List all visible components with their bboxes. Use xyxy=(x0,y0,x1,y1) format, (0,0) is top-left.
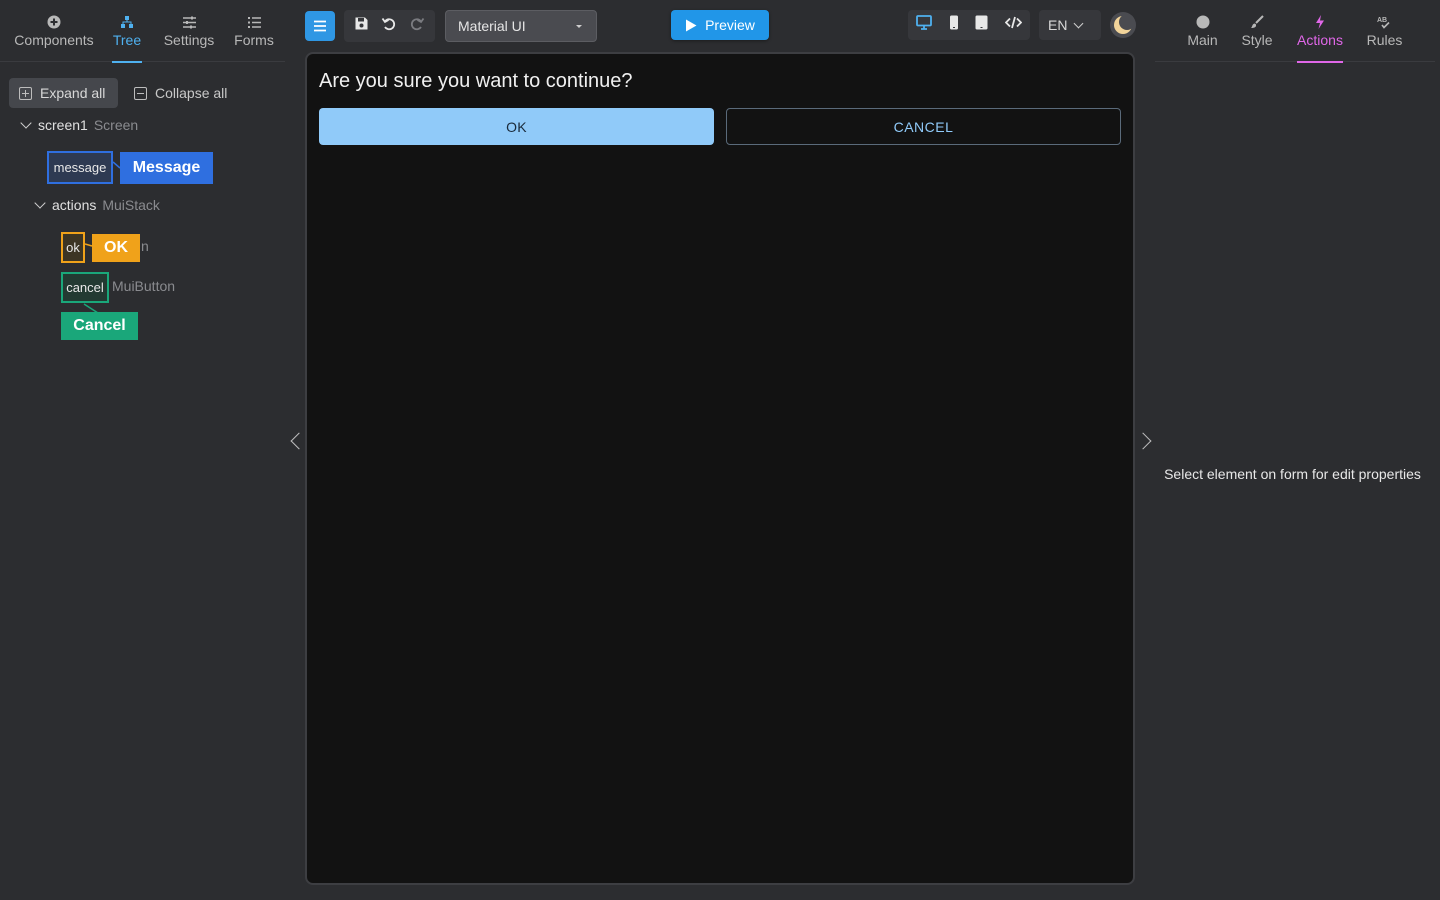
tab-actions-label: Actions xyxy=(1297,32,1343,48)
collapse-icon xyxy=(134,86,147,100)
undo-icon[interactable] xyxy=(381,16,397,36)
tab-forms[interactable]: Forms xyxy=(231,10,277,62)
save-icon[interactable] xyxy=(354,16,369,36)
tab-tree-label: Tree xyxy=(112,32,142,48)
moon-icon xyxy=(1114,15,1133,34)
component-tag-label: Cancel xyxy=(73,317,126,334)
language-value: EN xyxy=(1048,17,1068,33)
tab-actions[interactable]: Actions xyxy=(1297,10,1343,63)
circle-icon xyxy=(1185,10,1220,32)
tree-node-name: message xyxy=(53,160,107,175)
chevron-down-icon xyxy=(20,117,32,129)
caret-down-icon xyxy=(576,25,582,28)
tree-node-message[interactable]: message xyxy=(47,151,113,184)
tab-rules-label: Rules xyxy=(1366,32,1403,48)
code-icon[interactable] xyxy=(1004,16,1023,34)
tree-node-cancel[interactable]: cancel xyxy=(61,272,109,303)
svg-text:AB: AB xyxy=(1377,17,1387,24)
play-icon xyxy=(686,19,697,31)
file-toolbar xyxy=(344,10,435,42)
tree-node-type: Screen xyxy=(93,117,139,133)
component-tag-label: OK xyxy=(104,239,128,256)
ui-library-value: Material UI xyxy=(458,18,526,34)
sliders-icon xyxy=(160,10,218,32)
theme-toggle[interactable] xyxy=(1110,12,1136,38)
left-tabs: Components Tree Settings Forms xyxy=(0,0,285,63)
language-select[interactable]: EN xyxy=(1039,10,1101,40)
preview-button[interactable]: Preview xyxy=(671,10,769,40)
lightning-icon xyxy=(1297,10,1343,32)
left-panel: Components Tree Settings Forms Expand al… xyxy=(0,0,290,900)
redo-icon[interactable] xyxy=(409,16,425,36)
component-tag-ok: OK xyxy=(92,234,140,262)
tab-style[interactable]: Style xyxy=(1240,10,1274,62)
hierarchy-icon xyxy=(112,10,142,32)
cancel-button[interactable]: CANCEL xyxy=(726,108,1121,145)
expand-icon xyxy=(19,86,32,100)
tree-node-type: n xyxy=(141,238,149,254)
rules-icon: AB xyxy=(1366,10,1403,32)
tree-node-ok[interactable]: ok xyxy=(61,232,85,263)
brush-icon xyxy=(1240,10,1274,32)
chevron-down-icon xyxy=(1074,18,1084,28)
ui-library-select[interactable]: Material UI xyxy=(445,10,597,42)
tab-components[interactable]: Components xyxy=(10,10,98,62)
tab-components-label: Components xyxy=(14,32,94,48)
ok-button[interactable]: OK xyxy=(319,108,714,145)
tree-node-type: MuiStack xyxy=(102,197,160,213)
chevron-down-icon xyxy=(34,197,46,209)
expand-all-label: Expand all xyxy=(40,85,106,101)
tree-node-type: MuiButton xyxy=(112,278,176,294)
component-tag-message: Message xyxy=(120,152,213,184)
dialog-message: Are you sure you want to continue? xyxy=(319,70,633,92)
tree-node-screen1[interactable]: screen1 Screen xyxy=(20,117,139,133)
component-tag-cancel: Cancel xyxy=(61,312,138,340)
menu-button[interactable] xyxy=(305,11,335,41)
tab-rules[interactable]: AB Rules xyxy=(1366,10,1403,62)
properties-hint: Select element on form for edit properti… xyxy=(1164,466,1421,482)
expand-all-button[interactable]: Expand all xyxy=(9,78,118,108)
tree-node-actions[interactable]: actions MuiStack xyxy=(34,197,160,213)
tab-tree[interactable]: Tree xyxy=(112,10,142,63)
right-tabs: Main Style Actions AB Rules xyxy=(1155,0,1435,63)
tree-node-name: cancel xyxy=(66,280,104,295)
tree-node-name: actions xyxy=(52,197,97,213)
plus-circle-icon xyxy=(10,10,98,32)
tablet-icon[interactable] xyxy=(975,15,988,35)
tab-settings-label: Settings xyxy=(163,32,215,48)
tree-node-name: screen1 xyxy=(38,117,88,133)
tab-style-label: Style xyxy=(1241,32,1273,48)
tab-main[interactable]: Main xyxy=(1185,10,1220,62)
mobile-icon[interactable] xyxy=(949,15,959,35)
tab-main-label: Main xyxy=(1187,32,1218,48)
form-canvas: Are you sure you want to continue? OK CA… xyxy=(305,52,1135,885)
collapse-all-label: Collapse all xyxy=(155,85,228,101)
component-tag-label: Message xyxy=(132,159,201,176)
tree-node-name: ok xyxy=(66,240,80,255)
preview-label: Preview xyxy=(705,17,755,33)
list-icon xyxy=(231,10,277,32)
tab-settings[interactable]: Settings xyxy=(160,10,218,62)
collapse-right-panel-icon[interactable] xyxy=(1134,432,1152,450)
desktop-icon[interactable] xyxy=(916,15,933,35)
device-toolbar xyxy=(908,10,1030,40)
hamburger-icon xyxy=(314,20,326,32)
tab-forms-label: Forms xyxy=(234,32,274,48)
collapse-all-button[interactable]: Collapse all xyxy=(128,78,248,108)
